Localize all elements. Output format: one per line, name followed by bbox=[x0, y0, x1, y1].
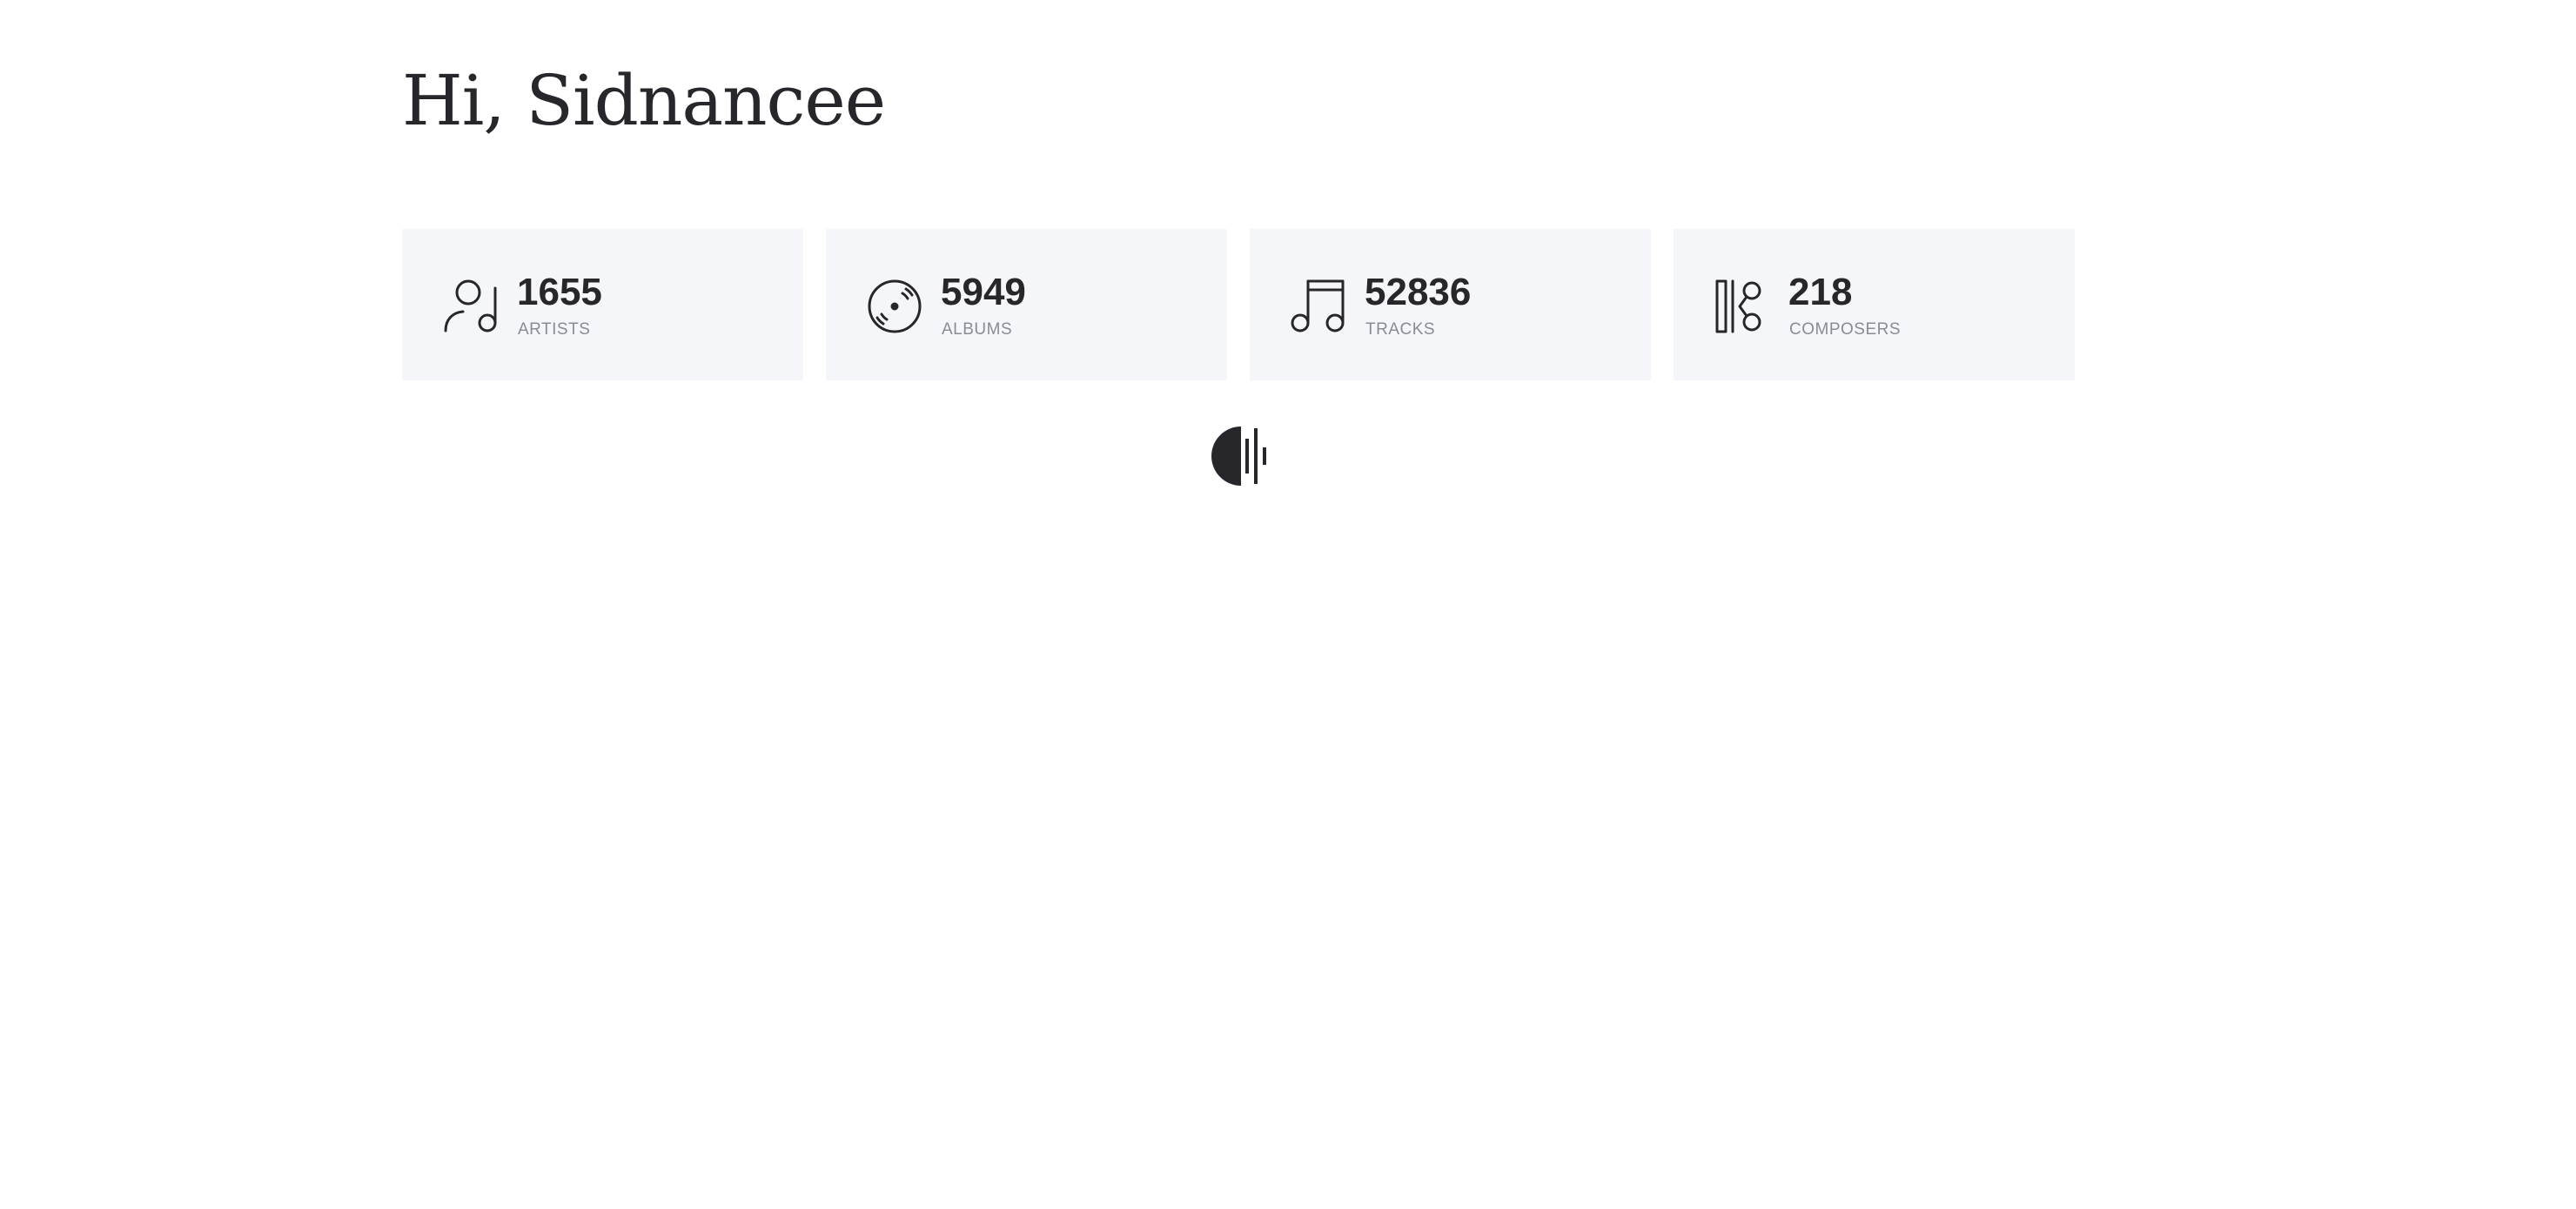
artists-label: ARTISTS bbox=[518, 320, 591, 339]
stats-cards: 1655 ARTISTS 5949 ALBUMS 52836 TRACKS 21… bbox=[402, 229, 2075, 380]
loading-logo-icon bbox=[1208, 427, 1271, 486]
tracks-count: 52836 bbox=[1365, 271, 1472, 313]
tracks-label: TRACKS bbox=[1365, 320, 1436, 339]
artist-music-icon bbox=[442, 278, 500, 335]
vinyl-disc-icon bbox=[866, 278, 923, 335]
albums-label: ALBUMS bbox=[942, 320, 1013, 339]
music-note-icon bbox=[1290, 278, 1347, 335]
albums-count: 5949 bbox=[941, 271, 1026, 313]
composer-icon bbox=[1714, 278, 1771, 335]
composers-count: 218 bbox=[1788, 271, 1853, 313]
stat-card-tracks[interactable]: 52836 TRACKS bbox=[1250, 229, 1651, 380]
stat-card-composers[interactable]: 218 COMPOSERS bbox=[1674, 229, 2075, 380]
artists-count: 1655 bbox=[517, 271, 602, 313]
stat-card-albums[interactable]: 5949 ALBUMS bbox=[826, 229, 1227, 380]
stat-card-artists[interactable]: 1655 ARTISTS bbox=[402, 229, 803, 380]
composers-label: COMPOSERS bbox=[1789, 320, 1902, 339]
greeting-heading: Hi, Sidnancee bbox=[402, 60, 886, 141]
